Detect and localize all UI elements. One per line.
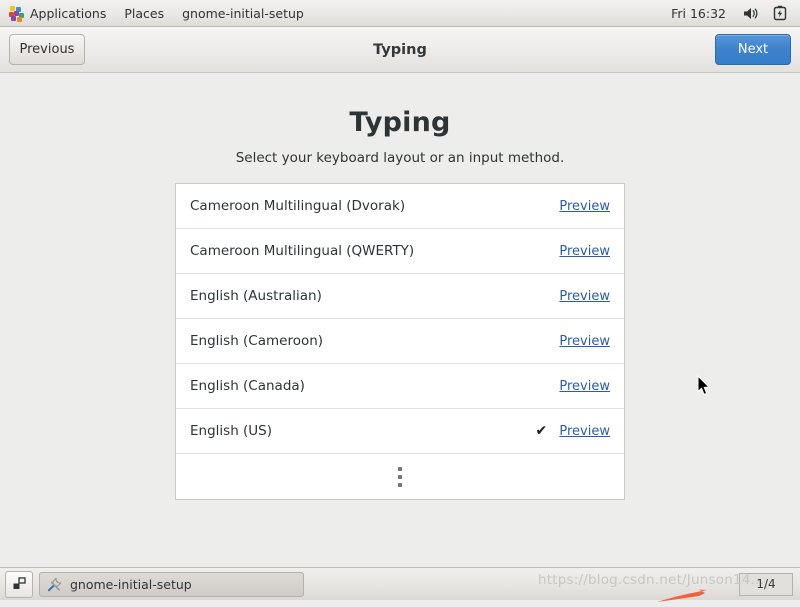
show-desktop-icon [13, 577, 26, 589]
bottom-taskbar: gnome-initial-setup 1/4 [0, 567, 800, 600]
next-button[interactable]: Next [715, 34, 791, 65]
layout-list-row[interactable]: Cameroon Multilingual (Dvorak) Preview [176, 184, 624, 229]
layout-name: Cameroon Multilingual (Dvorak) [190, 198, 406, 214]
preview-link[interactable]: Preview [559, 289, 610, 304]
page-title: Typing [349, 107, 451, 138]
layout-list-row[interactable]: English (Canada) Preview [176, 364, 624, 409]
layout-name: Cameroon Multilingual (QWERTY) [190, 243, 415, 259]
keyboard-layout-list[interactable]: Cameroon Multilingual (Dvorak) Preview Cam… [175, 183, 625, 500]
show-desktop-button[interactable] [5, 570, 33, 598]
layout-name: English (Cameroon) [190, 333, 324, 349]
window-menu[interactable]: gnome-initial-setup [173, 0, 313, 27]
layout-list-row[interactable]: English (Cameroon) Preview [176, 319, 624, 364]
preview-link[interactable]: Preview [559, 379, 610, 394]
page-subtitle: Select your keyboard layout or an input … [235, 150, 565, 166]
preview-link[interactable]: Preview [559, 424, 610, 439]
workspace-indicator[interactable]: 1/4 [739, 572, 793, 596]
volume-icon[interactable] [736, 6, 766, 21]
layout-list-row[interactable]: English (Australian) Preview [176, 274, 624, 319]
headerbar-title: Typing [373, 41, 427, 58]
window-headerbar: Previous Typing Next [0, 27, 800, 73]
preview-link[interactable]: Preview [559, 334, 610, 349]
preview-link[interactable]: Preview [559, 244, 610, 259]
battery-charging-icon[interactable] [766, 5, 794, 21]
taskbar-window-title: gnome-initial-setup [70, 576, 192, 592]
applications-menu[interactable]: Applications [0, 0, 115, 27]
layout-name: English (Australian) [190, 288, 322, 304]
layout-name: English (Canada) [190, 378, 305, 394]
more-vertical-icon [398, 465, 402, 489]
gnome-top-panel: Applications Places gnome-initial-setup … [0, 0, 800, 27]
taskbar-window-button[interactable]: gnome-initial-setup [39, 571, 304, 597]
typing-page-content: Typing Select your keyboard layout or an… [0, 73, 800, 567]
clock[interactable]: Fri 16:32 [661, 6, 736, 21]
applications-grid-icon [9, 5, 24, 22]
layout-list-row[interactable]: Cameroon Multilingual (QWERTY) Preview [176, 229, 624, 274]
preview-link[interactable]: Preview [559, 199, 610, 214]
selected-check-icon: ✔ [535, 423, 548, 439]
applications-menu-label: Applications [30, 5, 107, 21]
previous-button[interactable]: Previous [9, 34, 85, 65]
tools-icon [46, 576, 63, 593]
layout-name: English (US) [190, 423, 273, 439]
top-panel-right-group: Fri 16:32 [661, 5, 800, 21]
layout-list-row[interactable]: English (US) ✔ Preview [176, 409, 624, 454]
places-menu[interactable]: Places [115, 0, 173, 27]
show-more-layouts-row[interactable] [176, 454, 624, 499]
top-panel-left-group: Applications Places gnome-initial-setup [0, 0, 313, 27]
